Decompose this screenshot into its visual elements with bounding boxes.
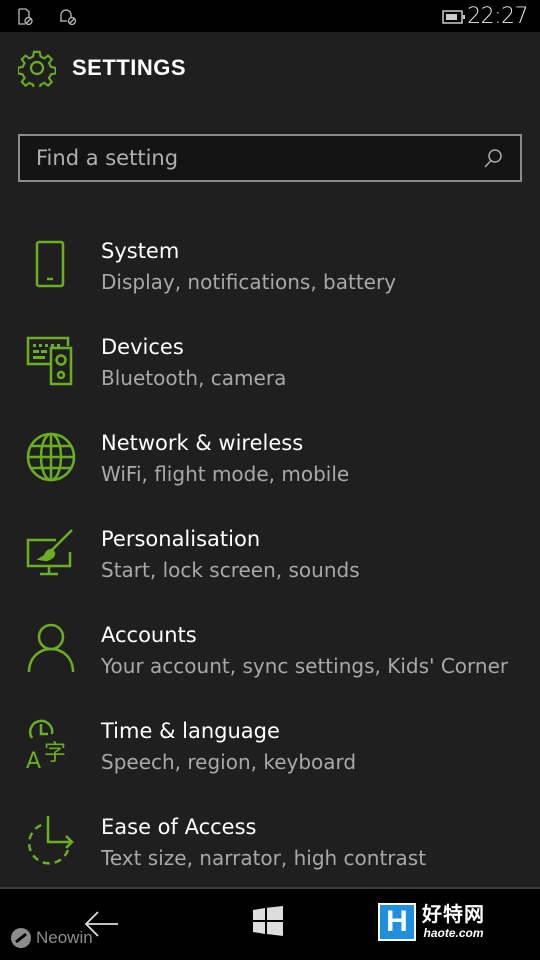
page-header: SETTINGS	[18, 48, 186, 88]
clock: 22:27	[467, 4, 528, 29]
page-title: SETTINGS	[72, 55, 187, 80]
item-description: Speech, region, keyboard	[101, 750, 357, 774]
settings-item-ease-of-access[interactable]: Ease of Access Text size, narrator, high…	[0, 806, 540, 896]
phone-icon	[35, 240, 65, 288]
item-name: Time & language	[101, 719, 280, 743]
back-arrow-icon[interactable]	[84, 909, 120, 939]
ease-of-access-icon	[27, 816, 74, 865]
item-name: Personalisation	[101, 527, 261, 551]
person-icon	[27, 623, 75, 673]
item-description: Display, notifications, battery	[101, 270, 397, 294]
item-description: Start, lock screen, sounds	[101, 558, 360, 582]
settings-item-system[interactable]: System Display, notifications, battery	[0, 230, 540, 320]
haote-en-text: haote.com	[423, 926, 484, 940]
svg-text:字: 字	[44, 741, 66, 766]
navigation-bar: Neowin H 好特网 haote.com	[0, 889, 540, 960]
item-description: Bluetooth, camera	[101, 366, 287, 390]
haote-watermark: H 好特网 haote.com	[378, 903, 485, 941]
item-description: Text size, narrator, high contrast	[101, 846, 427, 870]
neowin-logo-icon	[11, 928, 31, 948]
haote-cn-text: 好特网	[422, 904, 485, 926]
item-name: Accounts	[101, 623, 197, 647]
search-icon[interactable]	[482, 147, 504, 169]
settings-item-network[interactable]: Network & wireless WiFi, flight mode, mo…	[0, 422, 540, 512]
sim-blocked-icon	[18, 8, 33, 26]
windows-logo-icon[interactable]	[253, 906, 283, 936]
devices-icon	[26, 336, 73, 386]
time-language-icon: A 字	[26, 719, 66, 772]
notification-blocked-icon	[60, 9, 77, 26]
gear-icon	[18, 50, 56, 87]
haote-logo: H	[378, 903, 416, 941]
settings-item-accounts[interactable]: Accounts Your account, sync settings, Ki…	[0, 614, 540, 704]
settings-item-personalisation[interactable]: Personalisation Start, lock screen, soun…	[0, 518, 540, 608]
globe-icon	[26, 432, 76, 482]
item-name: Ease of Access	[101, 815, 257, 839]
svg-text:A: A	[26, 749, 41, 772]
search-input[interactable]	[36, 146, 482, 170]
search-box[interactable]	[18, 134, 522, 182]
settings-item-time-language[interactable]: A 字 Time & language Speech, region, keyb…	[0, 710, 540, 800]
item-description: WiFi, flight mode, mobile	[101, 462, 350, 486]
settings-item-devices[interactable]: Devices Bluetooth, camera	[0, 326, 540, 416]
status-bar: 22:27	[0, 0, 540, 32]
item-name: Devices	[101, 335, 184, 359]
paintbrush-monitor-icon	[26, 529, 73, 576]
item-name: System	[101, 239, 180, 263]
battery-icon	[442, 10, 465, 24]
neowin-watermark: Neowin	[10, 927, 93, 949]
item-description: Your account, sync settings, Kids' Corne…	[101, 654, 509, 678]
item-name: Network & wireless	[101, 431, 304, 455]
